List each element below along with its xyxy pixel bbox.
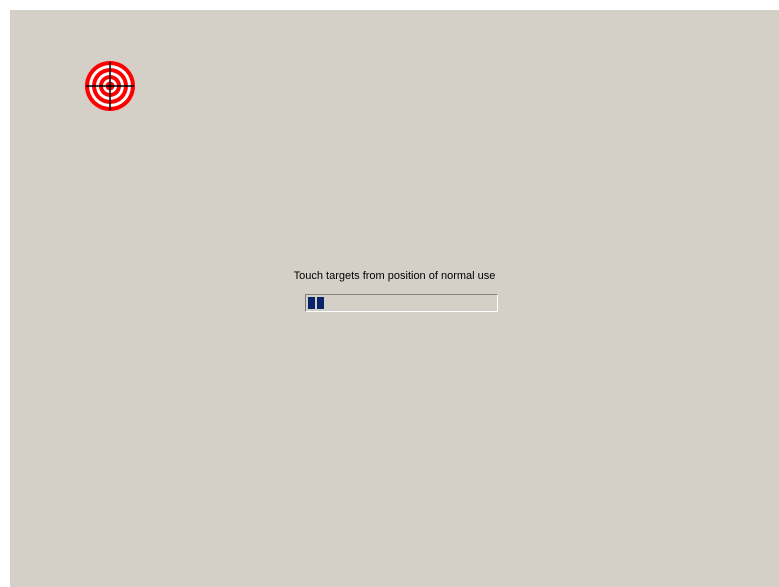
calibration-screen[interactable]: Touch targets from position of normal us… [10,10,779,587]
crosshair-target-icon[interactable] [84,60,136,112]
crosshair-target-graphic [85,61,135,111]
progress-fill [308,297,324,309]
calibration-instruction: Touch targets from position of normal us… [293,270,496,282]
progress-block [317,297,324,309]
calibration-progress-bar [305,294,498,312]
progress-block [308,297,315,309]
progress-track [308,297,495,309]
